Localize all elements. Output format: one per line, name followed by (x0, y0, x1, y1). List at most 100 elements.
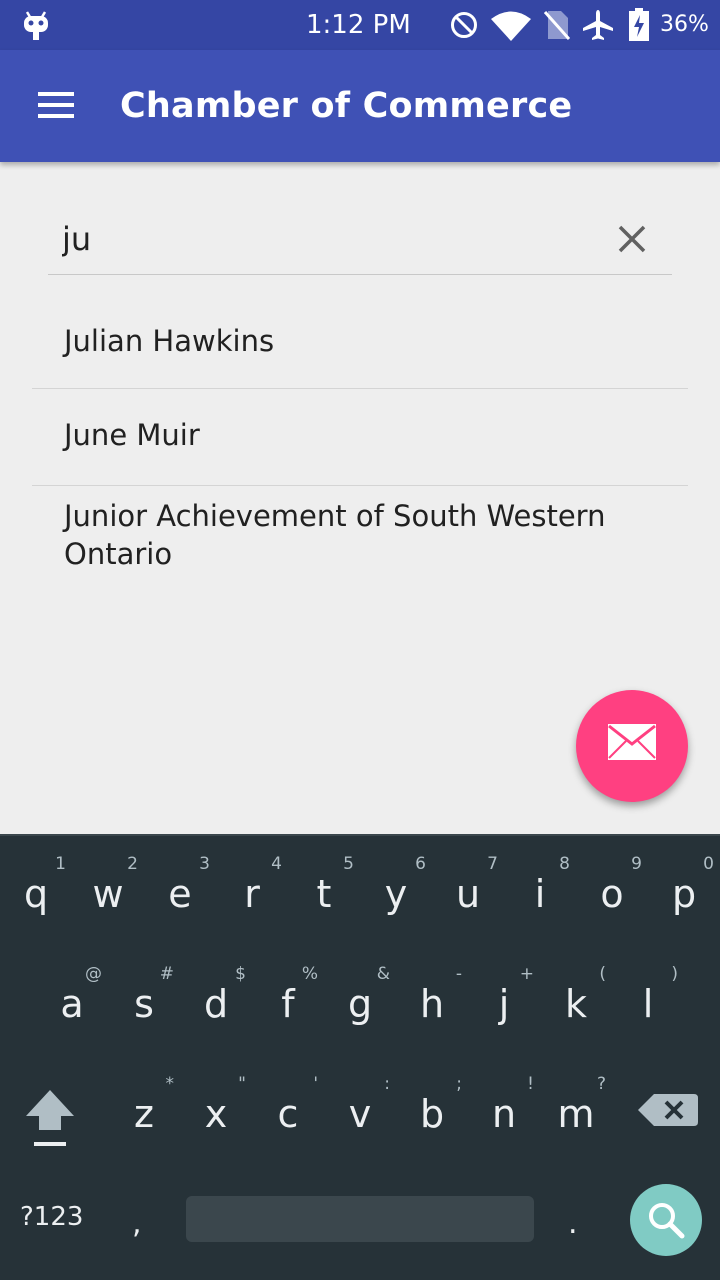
key-label: l (642, 982, 654, 1026)
key-i[interactable]: 8i (504, 842, 576, 950)
key-label: t (316, 872, 332, 916)
key-label: a (60, 982, 84, 1026)
key-hint: : (384, 1074, 390, 1094)
key-o[interactable]: 9o (576, 842, 648, 950)
battery-charging-icon (629, 8, 649, 41)
key-x[interactable]: " x (180, 1062, 252, 1170)
key-hint: & (376, 964, 390, 984)
key-hint: @ (85, 964, 102, 984)
key-hint: ! (527, 1074, 534, 1094)
search-field (48, 205, 672, 275)
key-hint: 2 (127, 854, 138, 874)
key-hint: + (519, 964, 534, 984)
key-k[interactable]: (k (540, 952, 612, 1060)
search-results: Julian Hawkins June Muir Junior Achievem… (32, 292, 688, 596)
key-w[interactable]: 2w (72, 842, 144, 950)
key-label: s (134, 982, 154, 1026)
key-label: c (277, 1092, 299, 1136)
key-c[interactable]: ' c (252, 1062, 324, 1170)
key-t[interactable]: 5t (288, 842, 360, 950)
key-label: n (491, 1092, 517, 1136)
key-q[interactable]: 1q (0, 842, 72, 950)
status-bar: 1:12 PM 36% (0, 0, 720, 50)
hamburger-menu-icon[interactable] (36, 92, 76, 122)
key-label: m (557, 1092, 595, 1136)
key-y[interactable]: 6y (360, 842, 432, 950)
do-not-disturb-icon (451, 12, 477, 38)
key-hint: ; (456, 1074, 462, 1094)
list-item[interactable]: Junior Achievement of South Western Onta… (32, 486, 688, 596)
key-e[interactable]: 3e (144, 842, 216, 950)
key-l[interactable]: ) l (612, 952, 684, 1060)
key-hint: ( (599, 964, 606, 984)
key-hint: 9 (631, 854, 642, 874)
key-a[interactable]: @ a (36, 952, 108, 1060)
close-icon[interactable] (614, 221, 650, 257)
key-label: d (203, 982, 229, 1026)
key-hint: 7 (487, 854, 498, 874)
key-hint: 8 (559, 854, 570, 874)
key-label: o (600, 872, 624, 916)
airplane-icon (583, 10, 613, 40)
list-item[interactable]: June Muir (32, 389, 688, 486)
email-fab-button[interactable] (576, 690, 688, 802)
key-label: b (419, 1092, 445, 1136)
list-item[interactable]: Julian Hawkins (32, 292, 688, 389)
key-hint: 6 (415, 854, 426, 874)
key-v[interactable]: :v (324, 1062, 396, 1170)
key-label: e (168, 872, 192, 916)
soft-keyboard: 1q2w3e4r5t6y7u8i9o0p @ a # s $ d% f & g - h + j(k) l … (0, 834, 720, 1280)
key-n[interactable]: ! n (468, 1062, 540, 1170)
envelope-icon (608, 724, 656, 760)
key-label: u (455, 872, 481, 916)
key-u[interactable]: 7u (432, 842, 504, 950)
clock: 1:12 PM (306, 10, 411, 40)
key-label: w (92, 872, 124, 916)
key-label: q (23, 872, 49, 916)
key-g[interactable]: & g (324, 952, 396, 1060)
list-item-label: Julian Hawkins (64, 324, 275, 358)
search-key[interactable] (630, 1184, 702, 1256)
battery-percent: 36% (660, 12, 709, 37)
key-hint: ? (596, 1074, 606, 1094)
period-key[interactable]: . (568, 1206, 578, 1241)
key-hint: * (165, 1074, 175, 1094)
key-hint: 1 (55, 854, 66, 874)
wifi-icon (491, 11, 531, 41)
key-f[interactable]: % f (252, 952, 324, 1060)
key-hint: $ (235, 964, 246, 984)
list-item-label: Junior Achievement of South Western Onta… (64, 499, 606, 571)
key-d[interactable]: $ d (180, 952, 252, 1060)
key-m[interactable]: ? m (540, 1062, 612, 1170)
key-hint: - (455, 964, 462, 984)
key-z[interactable]: * z (108, 1062, 180, 1170)
key-hint: 4 (271, 854, 282, 874)
key-h[interactable]: -h (396, 952, 468, 1060)
no-sim-icon (544, 11, 570, 40)
key-hint: " (238, 1074, 246, 1094)
key-label: f (281, 982, 295, 1026)
key-label: h (419, 982, 445, 1026)
key-p[interactable]: 0p (648, 842, 720, 950)
key-hint: 5 (343, 854, 354, 874)
key-hint: 0 (703, 854, 714, 874)
key-label: r (244, 872, 260, 916)
key-r[interactable]: 4r (216, 842, 288, 950)
search-input[interactable] (62, 217, 602, 261)
list-item-label: June Muir (64, 418, 200, 452)
key-label: y (384, 872, 408, 916)
key-s[interactable]: # s (108, 952, 180, 1060)
key-label: i (534, 872, 546, 916)
key-hint: ' (313, 1074, 318, 1094)
key-hint: ) (671, 964, 678, 984)
symbols-key[interactable]: ?123 (20, 1202, 92, 1232)
key-label: j (498, 982, 510, 1026)
backspace-icon[interactable] (636, 1086, 700, 1134)
key-label: v (348, 1092, 372, 1136)
space-key[interactable] (186, 1196, 534, 1242)
key-b[interactable]: ; b (396, 1062, 468, 1170)
comma-key[interactable]: , (132, 1206, 142, 1241)
key-j[interactable]: + j (468, 952, 540, 1060)
shift-icon[interactable] (20, 1086, 80, 1156)
key-hint: % (301, 964, 318, 984)
